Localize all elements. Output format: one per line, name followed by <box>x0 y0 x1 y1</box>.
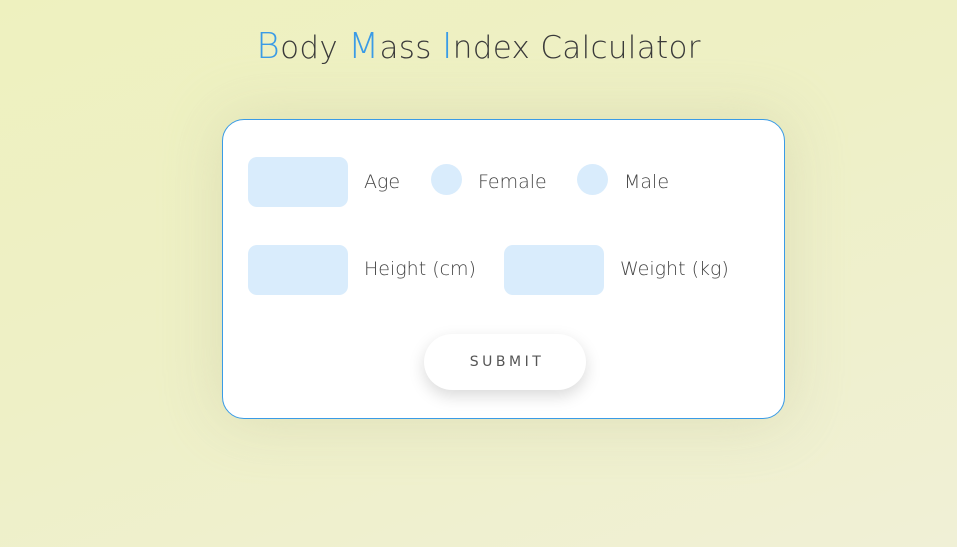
female-label: Female <box>478 171 547 193</box>
title-word-index-calculator: ndex Calculator <box>452 30 701 66</box>
submit-button[interactable]: SUBMIT <box>424 334 586 390</box>
female-radio[interactable] <box>431 164 462 195</box>
male-radio[interactable] <box>577 164 608 195</box>
title-initial-b: B <box>256 26 281 67</box>
age-input[interactable] <box>248 157 348 207</box>
title-initial-i: I <box>441 26 453 67</box>
title-initial-m: M <box>348 26 380 67</box>
page-title: Body Mass Index Calculator <box>0 26 957 67</box>
age-label: Age <box>364 171 401 193</box>
height-input[interactable] <box>248 245 348 295</box>
male-label: Male <box>624 171 670 193</box>
title-word-mass: ass <box>379 30 442 66</box>
bmi-form-card: Age Female Male Height (cm) Weight (kg) … <box>222 119 785 419</box>
title-word-body: ody <box>280 30 349 66</box>
weight-label: Weight (kg) <box>620 258 729 280</box>
weight-input[interactable] <box>504 245 604 295</box>
height-label: Height (cm) <box>364 258 476 280</box>
